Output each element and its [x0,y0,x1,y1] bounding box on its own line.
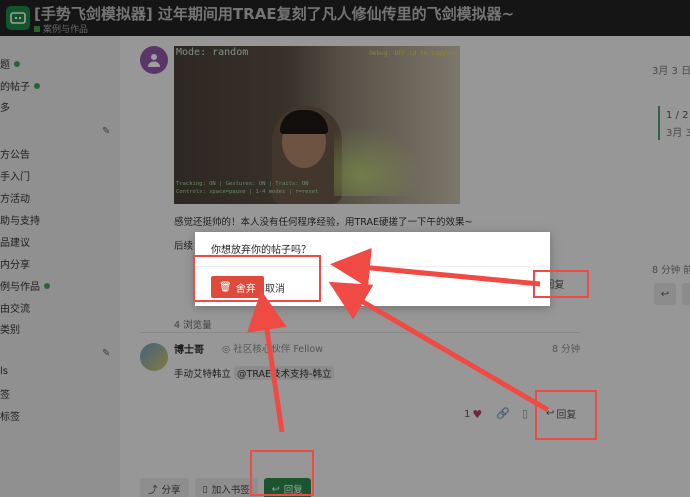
annotation-box-bottom-reply [250,450,314,496]
annotation-box-post-reply [533,270,589,298]
annotation-box-dialog-buttons [193,255,321,302]
annotation-box-reply [535,390,597,440]
dialog-question: 你想放弃你的帖子吗？ [211,245,311,256]
